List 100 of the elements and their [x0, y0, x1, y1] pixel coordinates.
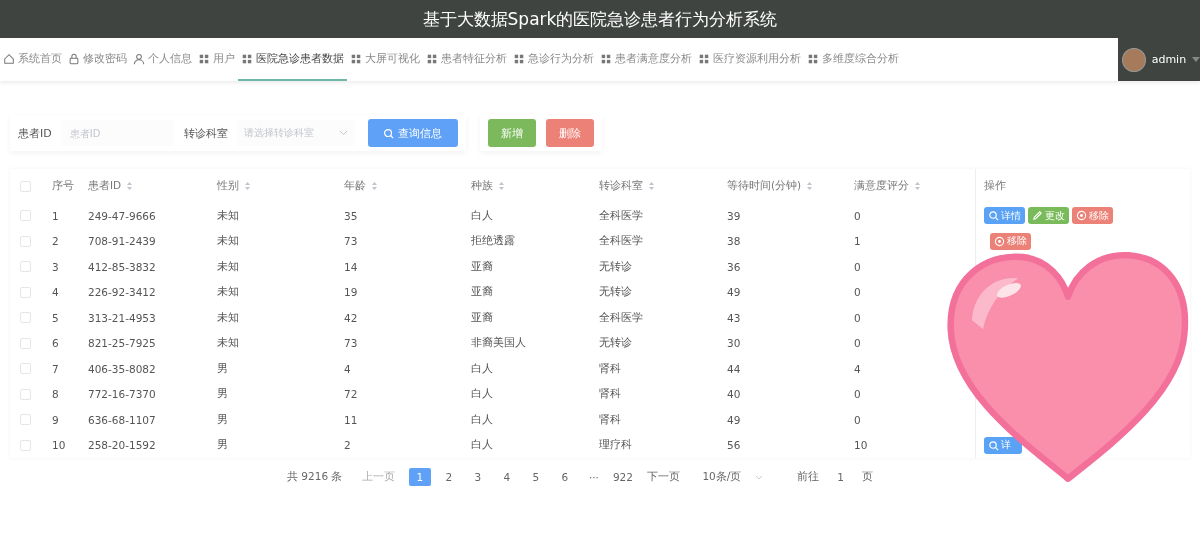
table-cell: 无转诊 [599, 336, 632, 349]
checkbox[interactable] [20, 286, 31, 298]
delete-button[interactable]: 删除 [545, 119, 594, 147]
table-cell: 男 [217, 412, 228, 425]
table-cell: 40 [727, 388, 741, 401]
nav-tab[interactable]: 大屏可视化 [347, 38, 423, 81]
checkbox[interactable] [20, 210, 31, 222]
search-icon [988, 210, 999, 222]
nav-tab[interactable]: 医疗资源利用分析 [695, 38, 804, 81]
nav-tab[interactable]: 患者满意度分析 [597, 38, 695, 81]
checkbox[interactable] [20, 261, 31, 273]
table-cell: 3 [52, 260, 59, 273]
table-cell: 0 [854, 286, 861, 299]
nav-tab[interactable]: 医院急诊患者数据 [238, 38, 347, 81]
nav-tab[interactable]: 个人信息 [130, 38, 195, 81]
column-header: 性别 [217, 179, 239, 193]
column-header: 种族 [471, 179, 493, 193]
sort-icon[interactable] [371, 181, 378, 191]
page-number[interactable]: 4 [495, 468, 518, 486]
table-cell: 亚裔 [471, 285, 493, 298]
table-cell: 1 [52, 209, 59, 222]
table-cell: 7 [52, 362, 59, 375]
table-cell: 19 [344, 286, 358, 299]
table-cell: 全科医学 [599, 234, 643, 247]
pencil-icon [1032, 210, 1043, 222]
page-number[interactable]: 922 [611, 468, 634, 486]
prev-page[interactable]: 上一页 [362, 470, 396, 484]
field-label: 转诊科室 [183, 125, 228, 141]
table-cell: 6 [52, 337, 59, 350]
grid-icon [426, 52, 438, 65]
table-cell: 39 [727, 209, 741, 222]
goto-label: 前往 [797, 470, 820, 484]
table-cell: 1 [854, 235, 861, 248]
table-cell: 0 [854, 337, 861, 350]
column-header: 满意度评分 [854, 179, 909, 193]
sort-icon[interactable] [648, 181, 655, 191]
page-size-select[interactable]: 10条/页 [702, 470, 764, 484]
avatar[interactable] [1122, 47, 1146, 72]
page-number[interactable]: 1 [408, 468, 431, 486]
caret-icon[interactable] [1192, 56, 1200, 63]
page-number[interactable]: 6 [553, 468, 576, 486]
checkbox[interactable] [20, 388, 31, 400]
total-count: 共 9216 条 [287, 470, 343, 484]
checkbox[interactable] [20, 235, 31, 247]
nav-tab[interactable]: 用户 [195, 38, 238, 81]
checkbox[interactable] [20, 414, 31, 426]
table-cell: 56 [727, 439, 741, 452]
query-button[interactable]: 查询信息 [367, 119, 458, 147]
grid-icon [513, 52, 525, 65]
table-cell: 男 [217, 387, 228, 400]
home-icon [3, 52, 15, 65]
sort-icon[interactable] [806, 181, 814, 191]
add-button[interactable]: 新增 [487, 119, 536, 147]
table-cell: 白人 [471, 387, 493, 400]
nav-tab[interactable]: 急诊行为分析 [510, 38, 597, 81]
table-cell: 未知 [217, 259, 239, 272]
table-cell: 未知 [217, 208, 239, 221]
checkbox[interactable] [20, 363, 31, 375]
sort-icon[interactable] [914, 181, 921, 191]
nav-tab[interactable]: 系统首页 [0, 38, 65, 81]
nav-tab[interactable]: 修改密码 [65, 38, 130, 81]
user-name[interactable]: admin [1151, 53, 1187, 66]
table-cell: 0 [854, 413, 861, 426]
table-cell: 白人 [471, 438, 493, 451]
chevron-icon [338, 130, 348, 136]
lock-icon [68, 52, 80, 65]
remove-button[interactable]: 移除 [990, 232, 1031, 250]
page-number[interactable]: ··· [582, 468, 605, 486]
page-number[interactable]: 2 [437, 468, 460, 486]
table-cell: 0 [854, 311, 861, 324]
table-cell: 0 [854, 388, 861, 401]
grid-icon [350, 52, 362, 65]
window-title: 基于大数据Spark的医院急诊患者行为分析系统 [0, 0, 1200, 38]
nav-tab[interactable]: 患者特征分析 [423, 38, 510, 81]
table-cell: 男 [217, 438, 228, 451]
grid-icon [198, 52, 210, 65]
page-input[interactable]: 1 [837, 471, 844, 483]
edit-button[interactable]: 更改 [1028, 207, 1069, 225]
table-cell: 拒绝透露 [471, 234, 515, 247]
sort-icon[interactable] [126, 181, 134, 191]
detail-button[interactable]: 详情 [984, 207, 1025, 225]
checkbox[interactable] [20, 180, 31, 192]
target-icon [1076, 210, 1087, 222]
remove-button[interactable]: 移除 [1072, 207, 1113, 225]
detail-button[interactable]: 详 [984, 436, 1022, 454]
next-page[interactable]: 下一页 [647, 470, 681, 484]
column-header: 操作 [984, 179, 1006, 193]
page-number[interactable]: 5 [524, 468, 547, 486]
checkbox[interactable] [20, 439, 31, 451]
table-cell: 肾科 [599, 387, 621, 400]
table-cell: 非裔美国人 [471, 336, 526, 349]
checkbox[interactable] [20, 337, 31, 349]
table-cell: 14 [344, 260, 358, 273]
nav-tab[interactable]: 多维度综合分析 [804, 38, 902, 81]
sort-icon[interactable] [244, 181, 251, 191]
checkbox[interactable] [20, 312, 31, 324]
sort-icon[interactable] [498, 181, 505, 191]
table-cell: 30 [727, 337, 741, 350]
table-cell: 4 [344, 362, 351, 375]
page-number[interactable]: 3 [466, 468, 489, 486]
